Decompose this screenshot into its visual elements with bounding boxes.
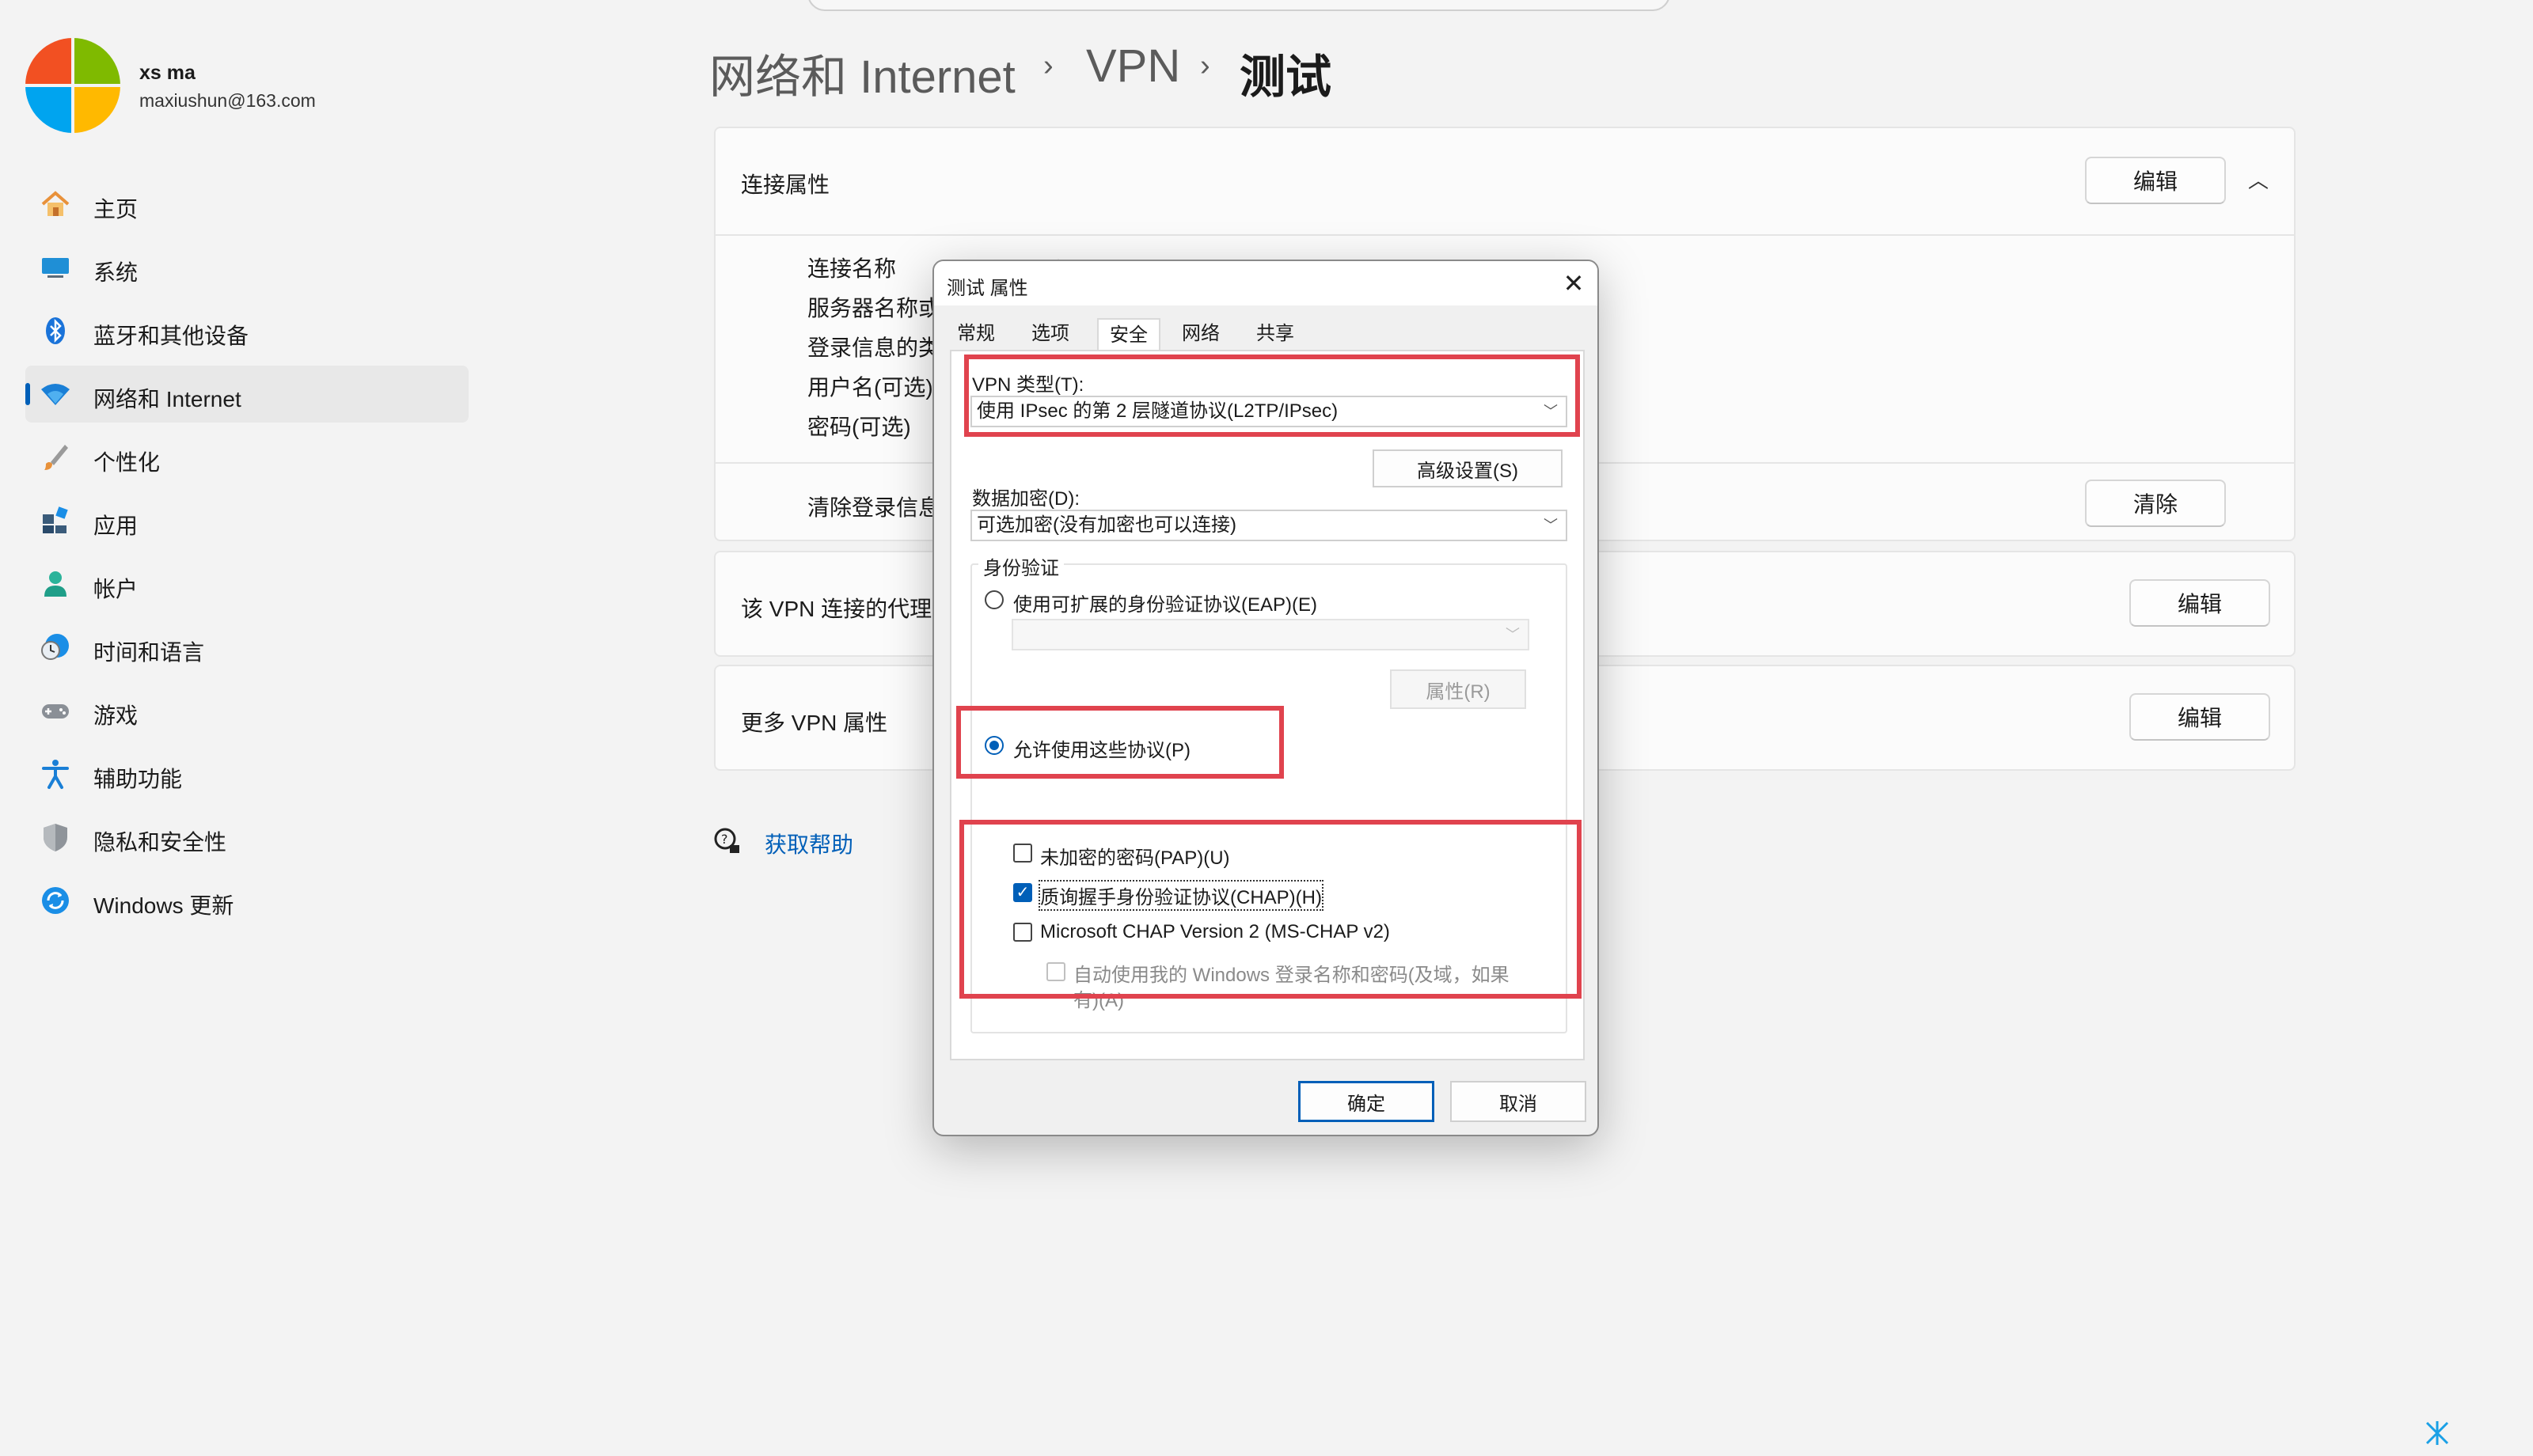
breadcrumb-network[interactable]: 网络和 Internet — [709, 40, 1016, 106]
avatar[interactable] — [25, 38, 120, 133]
sidebar-item-label: 系统 — [93, 260, 139, 285]
breadcrumb-separator: › — [1043, 49, 1054, 82]
chevron-down-icon: ﹀ — [1506, 627, 1520, 643]
sidebar-item-privacy[interactable]: 隐私和安全性 — [25, 809, 469, 866]
data-encryption-label: 数据加密(D): — [972, 488, 1080, 510]
system-icon — [42, 258, 69, 278]
clear-signin-label: 清除登录信息 — [807, 495, 941, 520]
vpn-properties-dialog: 测试 属性 ✕ 常规 选项 安全 网络 共享 VPN 类型(T): 使用 IPs… — [932, 260, 1599, 1136]
sidebar-item-windows-update[interactable]: Windows 更新 — [25, 872, 469, 929]
sidebar-item-accounts[interactable]: 帐户 — [25, 555, 469, 612]
bluetooth-icon — [46, 317, 65, 344]
security-tab-panel: VPN 类型(T): 使用 IPsec 的第 2 层隧道协议(L2TP/IPse… — [950, 350, 1585, 1060]
dialog-titlebar — [934, 261, 1597, 305]
highlight-protocol-checks — [959, 820, 1582, 999]
shield-icon — [44, 824, 67, 851]
sidebar-item-label: 帐户 — [93, 577, 139, 601]
update-icon — [42, 887, 69, 914]
get-help-link[interactable]: 获取帮助 — [765, 828, 853, 859]
sidebar-item-gaming[interactable]: 游戏 — [25, 682, 469, 739]
clear-button[interactable]: 清除 — [2085, 480, 2226, 527]
sidebar-item-time-language[interactable]: 时间和语言 — [25, 619, 469, 676]
sidebar-item-label: 隐私和安全性 — [93, 830, 227, 855]
sidebar-item-label: 蓝牙和其他设备 — [93, 324, 249, 348]
data-encryption-select[interactable]: 可选加密(没有加密也可以连接) ﹀ — [970, 510, 1567, 541]
dialog-title: 测试 属性 — [947, 278, 1028, 299]
highlight-allow-protocols — [956, 706, 1284, 779]
sidebar-item-label: 时间和语言 — [93, 640, 205, 665]
breadcrumb-vpn[interactable]: VPN — [1086, 40, 1180, 93]
ok-button[interactable]: 确定 — [1298, 1081, 1434, 1122]
data-encryption-value: 可选加密(没有加密也可以连接) — [977, 514, 1236, 536]
wifi-icon — [41, 384, 70, 405]
sidebar-item-apps[interactable]: 应用 — [25, 492, 469, 549]
user-email: maxiushun@163.com — [139, 90, 316, 111]
prop-label: 登录信息的类 — [807, 336, 941, 360]
prop-label: 密码(可选) — [807, 415, 911, 439]
sidebar-item-accessibility[interactable]: 辅助功能 — [25, 745, 469, 802]
home-icon — [41, 191, 70, 216]
clock-globe-icon — [41, 634, 69, 660]
page-title: 测试 — [1240, 51, 1332, 103]
divider — [716, 234, 2294, 236]
gamepad-icon — [42, 704, 69, 719]
more-vpn-properties-label: 更多 VPN 属性 — [741, 711, 888, 735]
eap-radio[interactable] — [985, 590, 1004, 609]
watermark-logo-icon — [2425, 1421, 2449, 1445]
cancel-button[interactable]: 取消 — [1450, 1081, 1586, 1122]
account-icon — [44, 571, 66, 597]
apps-icon — [43, 506, 68, 533]
properties-button[interactable]: 属性(R) — [1390, 669, 1526, 709]
help-icon: ? — [714, 828, 739, 853]
highlight-vpn-type — [964, 355, 1580, 437]
sidebar-item-label: Windows 更新 — [93, 893, 234, 918]
tab-options[interactable]: 选项 — [1026, 318, 1075, 350]
edit-more-properties-button[interactable]: 编辑 — [2129, 693, 2270, 741]
sidebar-item-home[interactable]: 主页 — [25, 176, 469, 233]
top-search-remnant — [807, 0, 1670, 11]
close-icon[interactable]: ✕ — [1556, 267, 1591, 299]
sidebar-item-label: 主页 — [93, 197, 139, 222]
accessibility-icon — [42, 760, 69, 789]
edit-connection-button[interactable]: 编辑 — [2085, 157, 2226, 204]
eap-radio-label: 使用可扩展的身份验证协议(EAP)(E) — [1013, 594, 1317, 616]
brush-icon — [44, 445, 68, 470]
chevron-up-icon[interactable]: ︿ — [2248, 165, 2269, 194]
breadcrumb-separator: › — [1200, 49, 1210, 82]
eap-method-select[interactable]: ﹀ — [1012, 619, 1529, 650]
svg-text:?: ? — [721, 832, 728, 847]
prop-label: 用户名(可选) — [807, 375, 933, 400]
sidebar-item-label: 个性化 — [93, 450, 161, 475]
prop-label: 连接名称 — [807, 256, 897, 281]
tab-sharing[interactable]: 共享 — [1251, 318, 1300, 350]
tab-network[interactable]: 网络 — [1176, 318, 1225, 350]
authentication-group-label: 身份验证 — [978, 552, 1064, 580]
sidebar-item-label: 应用 — [93, 514, 139, 538]
tab-general[interactable]: 常规 — [951, 318, 1001, 350]
connection-properties-title: 连接属性 — [741, 173, 830, 197]
user-name: xs ma — [139, 62, 196, 84]
active-indicator — [25, 383, 30, 405]
sidebar-item-system[interactable]: 系统 — [25, 239, 469, 296]
prop-label: 服务器名称或 — [807, 296, 941, 320]
tab-security[interactable]: 安全 — [1097, 318, 1160, 350]
chevron-down-icon: ﹀ — [1544, 518, 1558, 533]
sidebar-item-label: 网络和 Internet — [93, 387, 241, 411]
edit-proxy-button[interactable]: 编辑 — [2129, 579, 2270, 627]
advanced-settings-button[interactable]: 高级设置(S) — [1373, 449, 1563, 487]
sidebar-item-label: 辅助功能 — [93, 767, 183, 791]
sidebar-item-personalization[interactable]: 个性化 — [25, 429, 469, 486]
sidebar-item-label: 游戏 — [93, 703, 139, 728]
sidebar-item-network[interactable]: 网络和 Internet — [25, 366, 469, 423]
sidebar-item-bluetooth[interactable]: 蓝牙和其他设备 — [25, 302, 469, 359]
